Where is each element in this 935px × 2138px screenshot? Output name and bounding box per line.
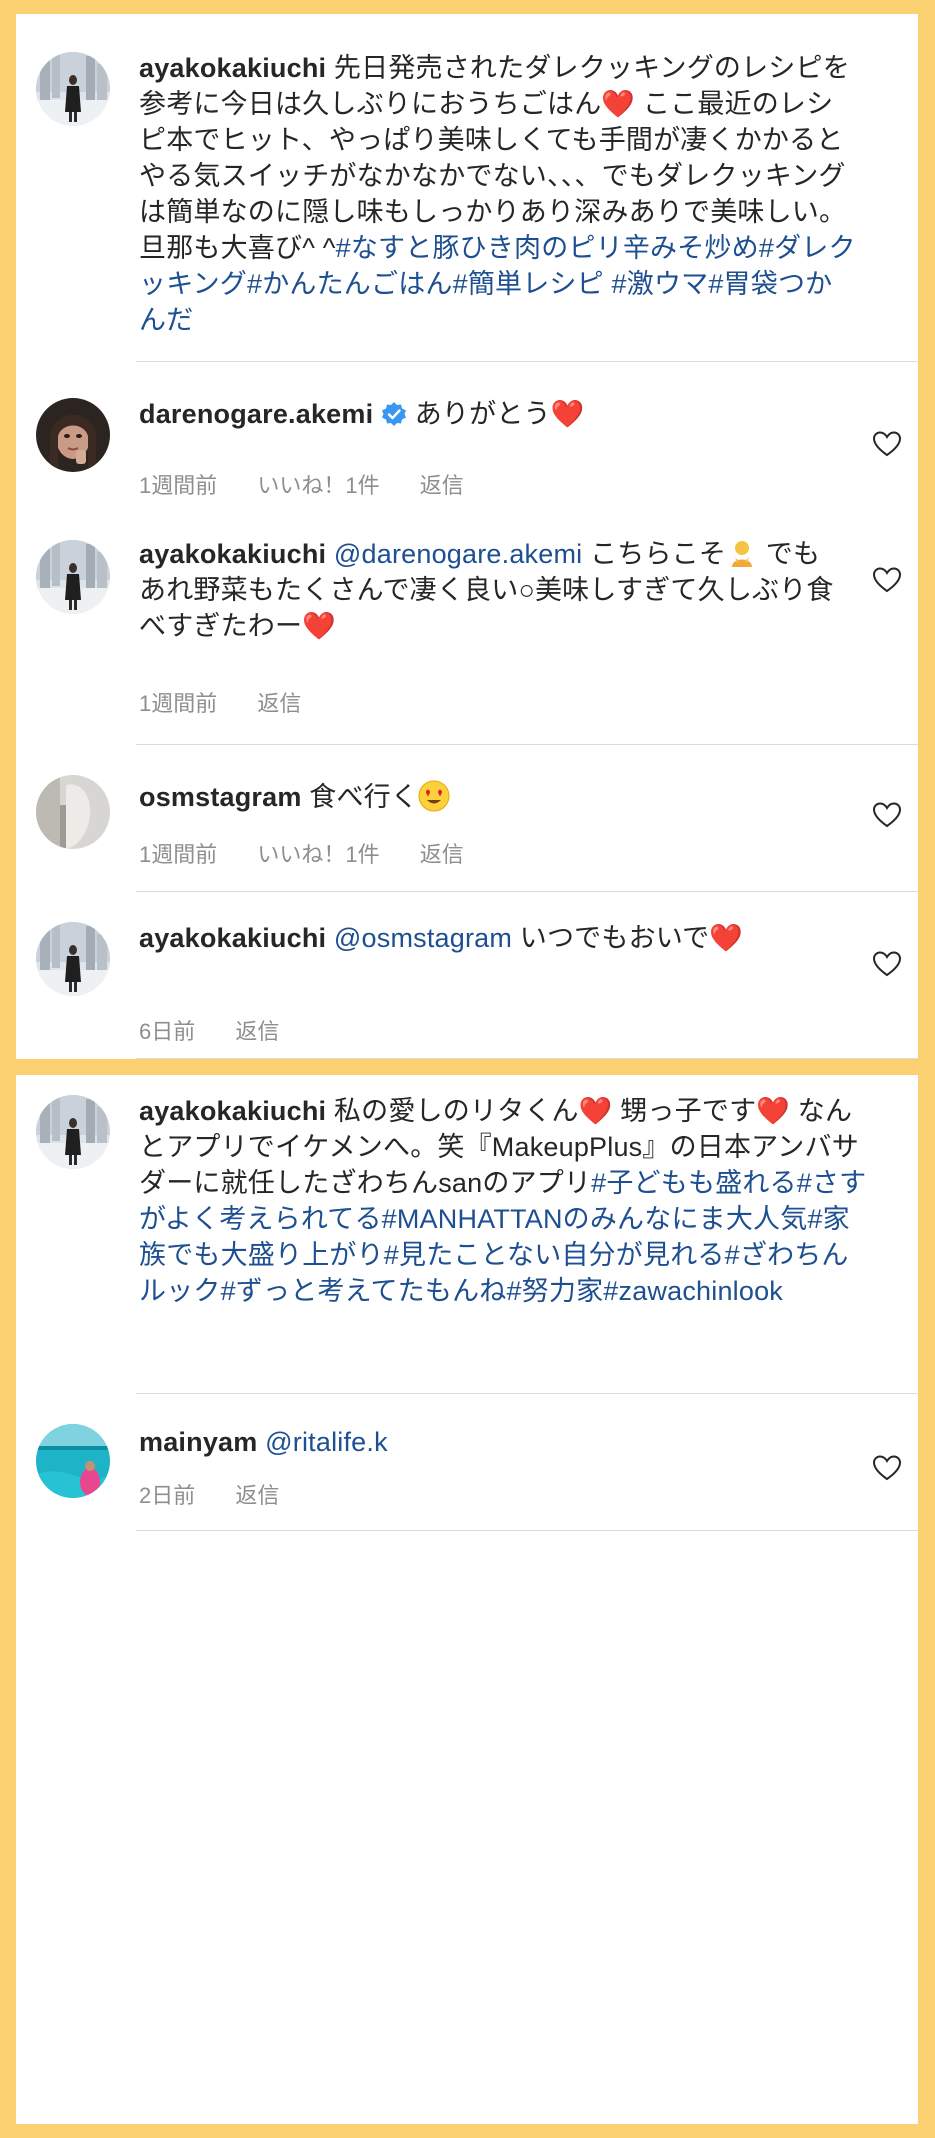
avatar-image [36,1095,110,1169]
comment-username[interactable]: mainyam [139,1427,257,1457]
divider [136,891,918,892]
comment-time: 1週間前 [139,691,218,716]
red-heart-emoji-icon: ❤️ [550,399,585,429]
avatar-image [36,1424,110,1498]
reply-button[interactable]: 返信 [235,1483,279,1508]
like-button[interactable] [872,801,902,829]
comment-body: 食べ行く [309,782,419,812]
comment-text: osmstagram 食べ行く [139,779,859,815]
comment-meta: 1週間前 いいね！1件 返信 [139,468,498,500]
divider [136,744,918,745]
heart-outline-icon [872,566,902,594]
avatar[interactable] [36,540,110,614]
heart-outline-icon [872,1454,902,1482]
reply-button[interactable]: 返信 [420,473,464,498]
comment-username[interactable]: ayakokakiuchi [139,539,326,569]
comment-mention[interactable]: @darenogare.akemi [334,539,582,569]
avatar[interactable] [36,1095,110,1169]
avatar-image [36,540,110,614]
caption-body-2: 甥っ子です [620,1096,757,1126]
avatar[interactable] [36,922,110,996]
divider [136,1058,918,1059]
reply-button[interactable]: 返信 [420,842,464,867]
comment-body: いつでもおいで [519,923,710,953]
like-button[interactable] [872,566,902,594]
comment-time: 6日前 [139,1019,196,1044]
caption-text: ayakokakiuchi 私の愛しのリタくん❤️ 甥っ子です❤️ なんとアプリ… [139,1093,869,1309]
divider [136,1393,918,1394]
heart-eyes-emoji-icon [418,780,450,812]
red-heart-emoji-icon: ❤️ [601,89,636,119]
comment-likes[interactable]: いいね！1件 [257,473,379,498]
avatar-image [36,922,110,996]
comment-text: mainyam @ritalife.k [139,1424,859,1460]
caption-username[interactable]: ayakokakiuchi [139,1096,326,1126]
comment-time: 1週間前 [139,473,218,498]
red-heart-emoji-icon: ❤️ [709,923,744,953]
divider [136,1530,918,1531]
person-raising-hands-emoji-icon [726,537,758,569]
avatar[interactable] [36,775,110,849]
like-button[interactable] [872,1454,902,1482]
heart-outline-icon [872,950,902,978]
avatar-image [36,398,110,472]
red-heart-emoji-icon: ❤️ [756,1096,791,1126]
comment-username[interactable]: osmstagram [139,782,302,812]
heart-outline-icon [872,801,902,829]
avatar-image [36,775,110,849]
reply-button[interactable]: 返信 [235,1019,279,1044]
comment-body: ありがとう [414,399,551,429]
comment-meta: 1週間前 返信 [139,686,335,718]
comments-panel-2: ayakokakiuchi 私の愛しのリタくん❤️ 甥っ子です❤️ なんとアプリ… [16,1075,918,2124]
red-heart-emoji-icon: ❤️ [302,611,337,641]
comment-text: ayakokakiuchi @osmstagram いつでもおいで❤️ [139,920,839,956]
caption-body: 私の愛しのリタくん [333,1096,579,1126]
comment-time: 2日前 [139,1483,196,1508]
comments-panel-1: ayakokakiuchi 先日発売されたダレクッキングのレシピを参考に今日は久… [16,14,918,1059]
comment-meta: 2日前 返信 [139,1478,313,1510]
comment-username[interactable]: darenogare.akemi [139,399,373,429]
comment-meta: 6日前 返信 [139,1014,313,1046]
avatar[interactable] [36,52,110,126]
comment-text: ayakokakiuchi @darenogare.akemi こちらこそ でも… [139,536,839,644]
like-button[interactable] [872,950,902,978]
comment-mention[interactable]: @osmstagram [334,923,512,953]
caption-username[interactable]: ayakokakiuchi [139,53,326,83]
comment-likes[interactable]: いいね！1件 [257,842,379,867]
verified-badge-icon [381,401,407,427]
like-button[interactable] [872,430,902,458]
comment-time: 1週間前 [139,842,218,867]
comment-mention[interactable]: @ritalife.k [265,1427,388,1457]
reply-button[interactable]: 返信 [257,691,301,716]
comment-text: darenogare.akemi ありがとう❤️ [139,396,859,432]
divider [136,361,918,362]
avatar[interactable] [36,1424,110,1498]
avatar[interactable] [36,398,110,472]
comment-body: こちらこそ [590,539,727,569]
caption-text: ayakokakiuchi 先日発売されたダレクッキングのレシピを参考に今日は久… [139,50,859,338]
heart-outline-icon [872,430,902,458]
avatar-image [36,52,110,126]
comment-username[interactable]: ayakokakiuchi [139,923,326,953]
comment-meta: 1週間前 いいね！1件 返信 [139,837,498,869]
red-heart-emoji-icon: ❤️ [578,1096,613,1126]
